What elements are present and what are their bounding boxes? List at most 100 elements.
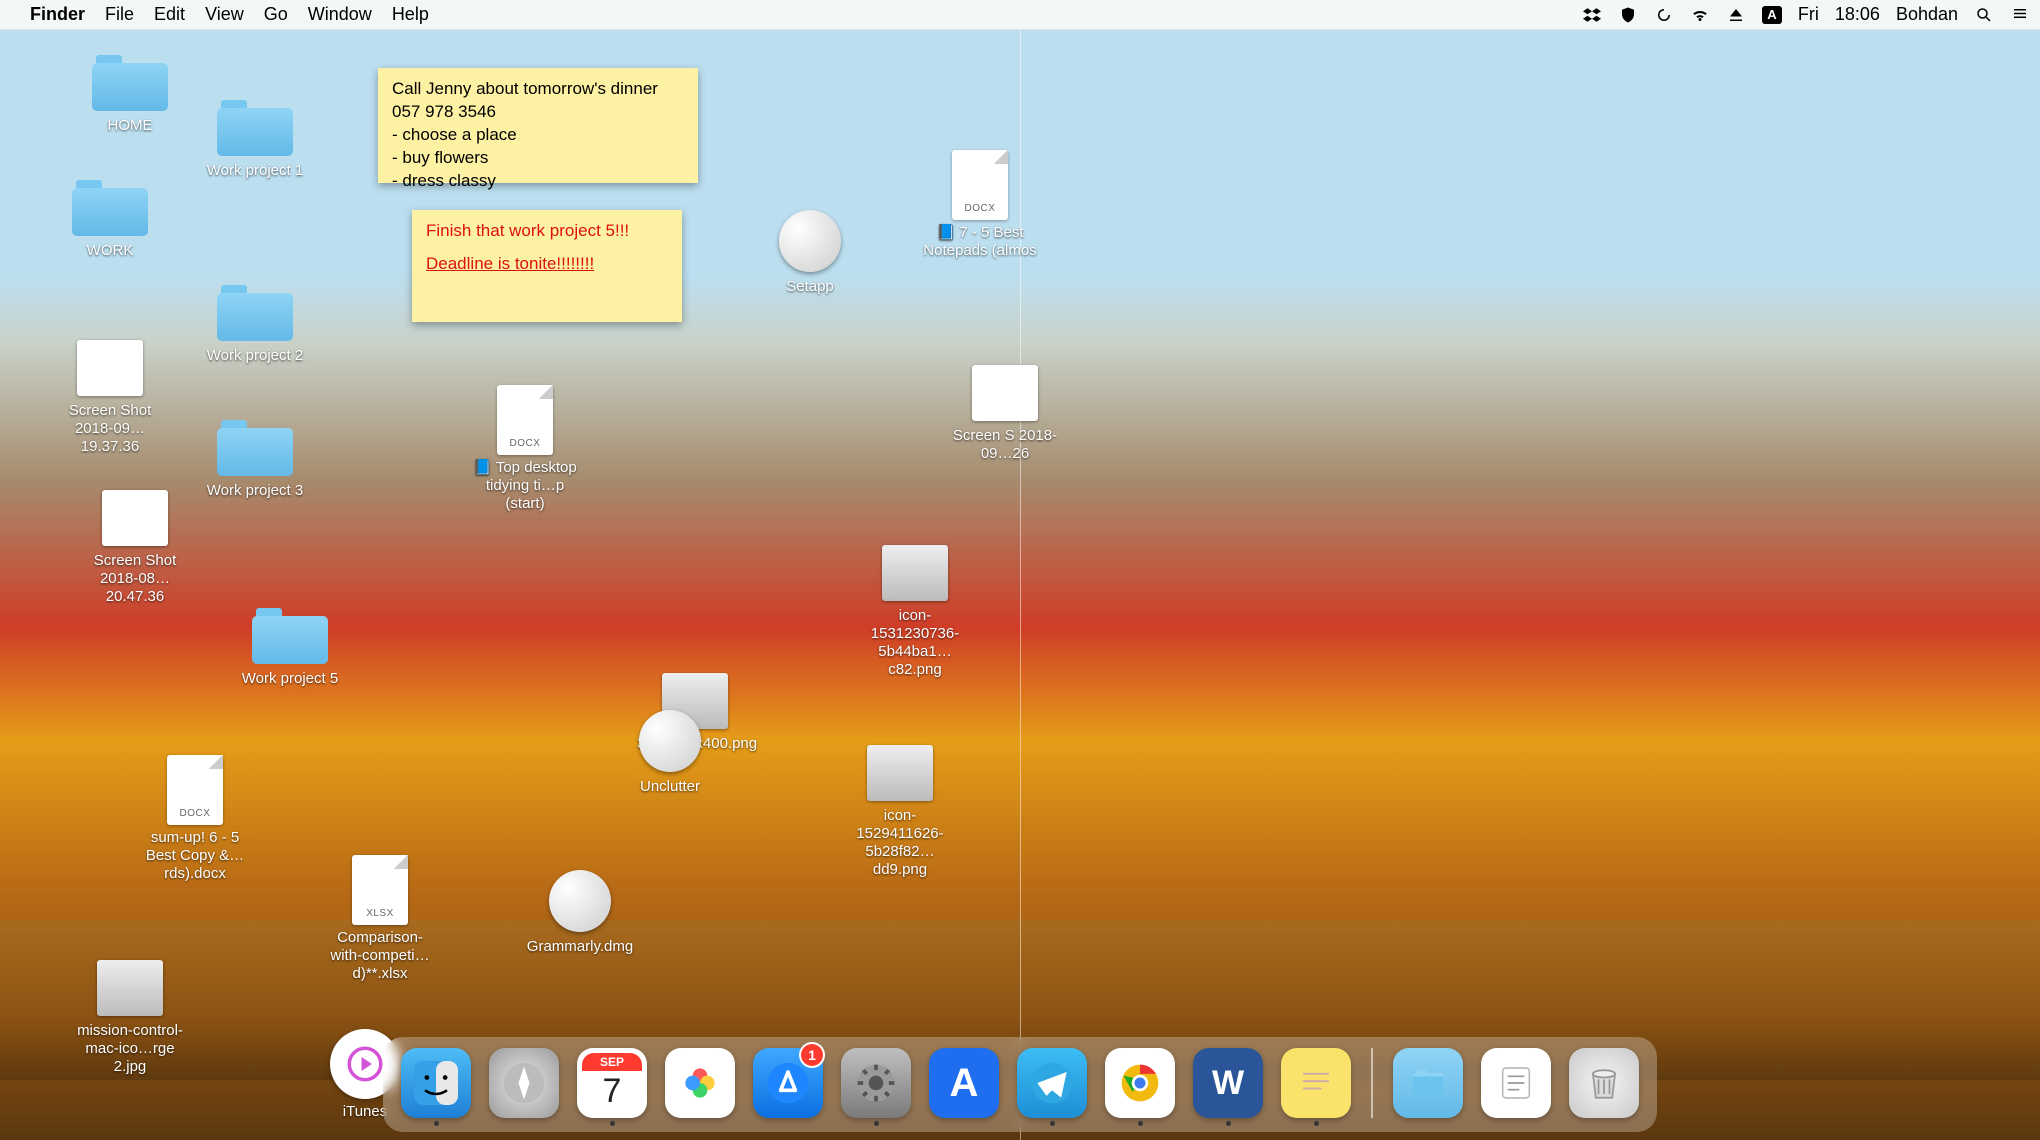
- dock-blueA[interactable]: A: [925, 1048, 1003, 1126]
- app-menu[interactable]: Finder: [30, 4, 85, 25]
- sticky-note-2[interactable]: Finish that work project 5!!! Deadline i…: [412, 210, 682, 322]
- folder-work[interactable]: WORK: [50, 180, 170, 260]
- dock-prefs[interactable]: [837, 1048, 915, 1126]
- badge: 1: [801, 1044, 823, 1066]
- file-label: icon-1529411626-5b28f82…dd9.png: [840, 807, 960, 879]
- app-label: Grammarly.dmg: [520, 938, 640, 956]
- document-file[interactable]: sum-up! 6 - 5 Best Copy &…rds).docx: [135, 755, 255, 883]
- sticky-line: - choose a place: [392, 124, 684, 147]
- menu-edit[interactable]: Edit: [154, 4, 185, 25]
- file-label: mission-control-mac-ico…rge 2.jpg: [70, 1022, 190, 1076]
- running-indicator: [874, 1121, 879, 1126]
- image-file[interactable]: icon-1529411626-5b28f82…dd9.png: [840, 745, 960, 879]
- chrome-icon: [1105, 1048, 1175, 1118]
- photos-icon: [665, 1048, 735, 1118]
- clock-time[interactable]: 18:06: [1835, 4, 1880, 25]
- folder-work project 5[interactable]: Work project 5: [230, 608, 350, 688]
- folder-label: HOME: [70, 117, 190, 135]
- dock-telegram[interactable]: [1013, 1048, 1091, 1126]
- dock-finder[interactable]: [397, 1048, 475, 1126]
- dock-separator: [1371, 1048, 1373, 1118]
- menu-bar: Finder File Edit View Go Window Help A F…: [0, 0, 2040, 30]
- app-grammarly-dmg[interactable]: Grammarly.dmg: [520, 870, 640, 956]
- image-icon: [882, 545, 948, 601]
- folder-icon: [217, 100, 293, 156]
- document-file[interactable]: 📘 Top desktop tidying ti…p (start): [465, 385, 585, 513]
- sync-icon[interactable]: [1654, 5, 1674, 25]
- file-label: Screen S 2018-09…26: [945, 427, 1065, 463]
- user-name[interactable]: Bohdan: [1896, 4, 1958, 25]
- menu-window[interactable]: Window: [308, 4, 372, 25]
- shield-icon[interactable]: [1618, 5, 1638, 25]
- screenshot-file[interactable]: Screen S 2018-09…26: [945, 365, 1065, 463]
- sticky-line: 057 978 3546: [392, 101, 684, 124]
- screenshot-icon: [77, 340, 143, 396]
- screenshot-icon: [972, 365, 1038, 421]
- dock-word[interactable]: W: [1189, 1048, 1267, 1126]
- dock-launchpad[interactable]: [485, 1048, 563, 1126]
- eject-icon[interactable]: [1726, 5, 1746, 25]
- file-label: sum-up! 6 - 5 Best Copy &…rds).docx: [135, 829, 255, 883]
- dock-trash[interactable]: [1565, 1048, 1643, 1126]
- document-icon: [352, 855, 408, 925]
- menu-view[interactable]: View: [205, 4, 244, 25]
- image-file[interactable]: mission-control-mac-ico…rge 2.jpg: [70, 960, 190, 1076]
- dropbox-icon[interactable]: [1582, 5, 1602, 25]
- dock-appstore[interactable]: 1: [749, 1048, 827, 1126]
- wifi-icon[interactable]: [1690, 5, 1710, 25]
- finder-icon: [401, 1048, 471, 1118]
- stickies-icon: [1281, 1048, 1351, 1118]
- dock-documents[interactable]: [1477, 1048, 1555, 1126]
- image-file[interactable]: icon-1531230736-5b44ba1…c82.png: [855, 545, 975, 679]
- dock: SEP7 1 A W: [383, 1037, 1657, 1132]
- sticky-line: Finish that work project 5!!!: [426, 220, 668, 243]
- dock-calendar[interactable]: SEP7: [573, 1048, 651, 1126]
- screenshot-file[interactable]: Screen Shot 2018-08…20.47.36: [75, 490, 195, 606]
- running-indicator: [1314, 1121, 1319, 1126]
- app-icon: [779, 210, 841, 272]
- sticky-line: Deadline is tonite!!!!!!!!: [426, 253, 668, 276]
- dock-photos[interactable]: [661, 1048, 739, 1126]
- input-source[interactable]: A: [1762, 6, 1782, 24]
- prefs-icon: [841, 1048, 911, 1118]
- blueA-icon: A: [929, 1048, 999, 1118]
- file-label: Screen Shot 2018-08…20.47.36: [75, 552, 195, 606]
- app-label: Setapp: [750, 278, 870, 296]
- screenshot-file[interactable]: Screen Shot 2018-09…19.37.36: [50, 340, 170, 456]
- document-file[interactable]: Comparison-with-competi…d)**.xlsx: [320, 855, 440, 983]
- running-indicator: [434, 1121, 439, 1126]
- menu-go[interactable]: Go: [264, 4, 288, 25]
- dock-stickies[interactable]: [1277, 1048, 1355, 1126]
- downloads-icon: [1393, 1048, 1463, 1118]
- file-label: icon-1531230736-5b44ba1…c82.png: [855, 607, 975, 679]
- trash-icon: [1569, 1048, 1639, 1118]
- folder-label: Work project 1: [195, 162, 315, 180]
- sticky-line: - buy flowers: [392, 147, 684, 170]
- app-icon: [639, 710, 701, 772]
- folder-home[interactable]: HOME: [70, 55, 190, 135]
- notification-center-icon[interactable]: [2010, 5, 2030, 25]
- folder-work project 1[interactable]: Work project 1: [195, 100, 315, 180]
- document-icon: [497, 385, 553, 455]
- spotlight-icon[interactable]: [1974, 5, 1994, 25]
- sticky-note-1[interactable]: Call Jenny about tomorrow's dinner 057 9…: [378, 68, 698, 183]
- menu-help[interactable]: Help: [392, 4, 429, 25]
- dock-chrome[interactable]: [1101, 1048, 1179, 1126]
- running-indicator: [1138, 1121, 1143, 1126]
- folder-work project 2[interactable]: Work project 2: [195, 285, 315, 365]
- running-indicator: [610, 1121, 615, 1126]
- folder-work project 3[interactable]: Work project 3: [195, 420, 315, 500]
- folder-icon: [217, 285, 293, 341]
- clock-day[interactable]: Fri: [1798, 4, 1819, 25]
- file-label: 📘 Top desktop tidying ti…p (start): [465, 459, 585, 513]
- menu-file[interactable]: File: [105, 4, 134, 25]
- app-setapp[interactable]: Setapp: [750, 210, 870, 296]
- app-unclutter[interactable]: Unclutter: [610, 710, 730, 796]
- folder-icon: [217, 420, 293, 476]
- document-file[interactable]: 📘 7 - 5 Best Notepads (almos: [920, 150, 1040, 260]
- app-icon: [549, 870, 611, 932]
- word-icon: W: [1193, 1048, 1263, 1118]
- dock-downloads[interactable]: [1389, 1048, 1467, 1126]
- folder-label: Work project 5: [230, 670, 350, 688]
- folder-label: WORK: [50, 242, 170, 260]
